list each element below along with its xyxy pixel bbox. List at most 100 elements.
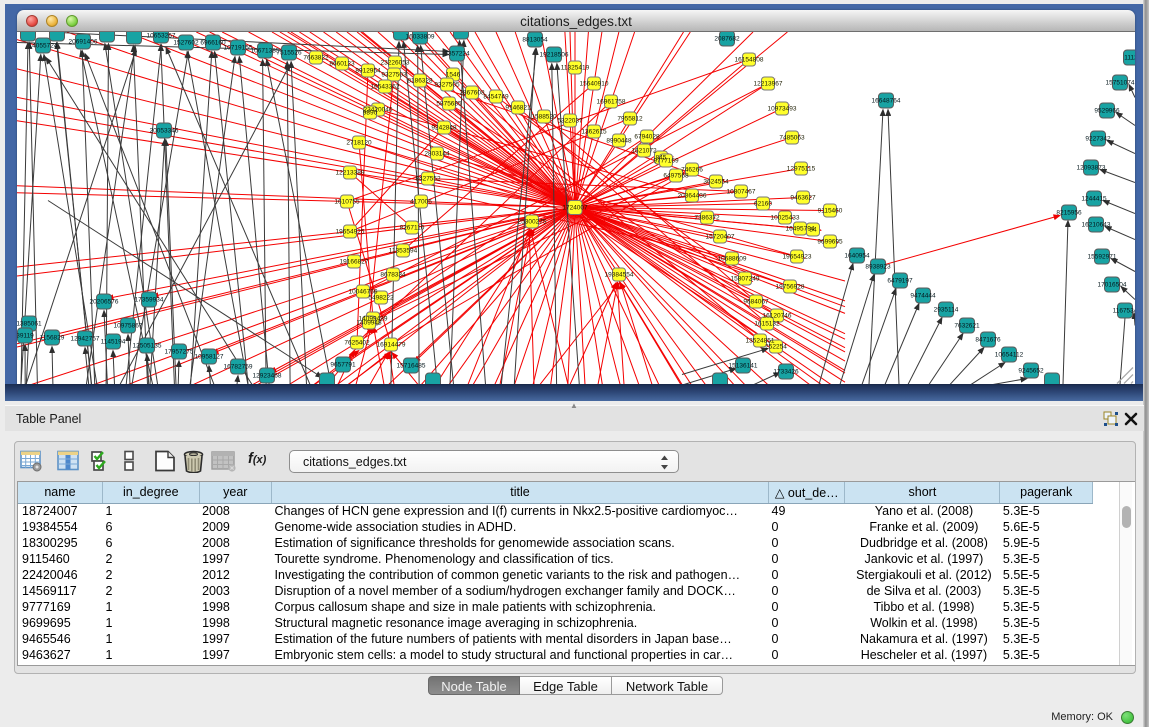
svg-text:1145194: 1145194 (101, 339, 126, 346)
svg-text:17957275: 17957275 (165, 349, 194, 356)
svg-text:10654112: 10654112 (995, 352, 1024, 359)
svg-text:2087682: 2087682 (714, 36, 740, 43)
svg-text:17016504: 17016504 (1098, 282, 1127, 289)
svg-text:1244415: 1244415 (1081, 196, 1107, 203)
svg-text:15807249: 15807249 (731, 276, 760, 283)
svg-text:3624554: 3624554 (703, 179, 729, 186)
svg-text:9890: 9890 (363, 110, 378, 117)
svg-text:1527602: 1527602 (173, 40, 199, 47)
svg-text:20206576: 20206576 (90, 299, 119, 306)
svg-text:19218506: 19218506 (540, 52, 569, 59)
svg-text:9699695: 9699695 (817, 239, 843, 246)
svg-text:6497568: 6497568 (663, 173, 689, 180)
svg-text:8427552: 8427552 (415, 176, 441, 183)
svg-text:9146821: 9146821 (505, 105, 531, 112)
svg-text:8678334: 8678334 (380, 272, 406, 279)
svg-text:9529966: 9529966 (1094, 108, 1120, 115)
svg-text:12942757: 12942757 (71, 336, 100, 343)
svg-text:12213389: 12213389 (336, 170, 365, 177)
svg-text:19654925: 19654925 (336, 229, 365, 236)
svg-text:9474444: 9474444 (910, 293, 936, 300)
svg-text:16154808: 16154808 (735, 57, 764, 64)
svg-text:7632621: 7632621 (954, 323, 980, 330)
svg-text:9227342: 9227342 (1085, 136, 1111, 143)
svg-text:15751074: 15751074 (1106, 80, 1135, 87)
svg-text:6794028: 6794028 (634, 134, 660, 141)
svg-text:1615132: 1615132 (754, 321, 780, 328)
svg-text:19654923: 19654923 (783, 254, 812, 261)
svg-text:1724007: 1724007 (562, 205, 588, 212)
svg-text:9115460: 9115460 (818, 208, 843, 215)
svg-text:7955812: 7955812 (617, 116, 643, 123)
svg-text:11353594: 11353594 (389, 248, 418, 255)
svg-text:8186328: 8186328 (407, 78, 433, 85)
svg-text:2935114: 2935114 (934, 307, 959, 314)
svg-text:9684067: 9684067 (743, 299, 769, 306)
svg-text:7386372: 7386372 (694, 215, 720, 222)
svg-text:1156829: 1156829 (40, 335, 65, 342)
svg-text:16210643: 16210643 (1082, 222, 1111, 229)
svg-text:15640910: 15640910 (580, 81, 609, 88)
svg-text:10807467: 10807467 (727, 189, 756, 196)
svg-text:1588520: 1588520 (531, 114, 557, 121)
svg-text:6966160: 6966160 (200, 40, 226, 47)
svg-text:8660123: 8660123 (329, 61, 355, 68)
svg-text:12923468: 12923468 (253, 373, 282, 380)
svg-text:16961758: 16961758 (597, 99, 626, 106)
svg-text:1640954: 1640954 (844, 253, 870, 260)
svg-text:12505135: 12505135 (133, 343, 162, 350)
svg-text:19166827: 19166827 (340, 259, 369, 266)
svg-text:8454749: 8454749 (483, 94, 509, 101)
svg-text:10719155: 10719155 (224, 45, 253, 52)
svg-text:15592971: 15592971 (1088, 254, 1117, 261)
svg-text:10688609: 10688609 (718, 256, 747, 263)
svg-text:11325419: 11325419 (561, 65, 590, 72)
svg-text:9327503: 9327503 (381, 72, 407, 79)
svg-text:7485063: 7485063 (779, 135, 805, 142)
svg-text:8215956: 8215956 (1056, 210, 1082, 217)
svg-text:20364436: 20364436 (678, 193, 707, 200)
svg-text:8938923: 8938923 (865, 264, 891, 271)
svg-text:1610755: 1610755 (334, 199, 360, 206)
svg-text:20053346: 20053346 (150, 128, 179, 135)
svg-text:417006: 417006 (410, 199, 432, 206)
svg-text:5322037: 5322037 (557, 118, 583, 125)
svg-text:10653267: 10653267 (147, 33, 176, 40)
svg-text:7515526: 7515526 (276, 50, 302, 57)
svg-text:10975867: 10975867 (114, 323, 143, 330)
svg-text:10958127: 10958127 (195, 354, 224, 361)
svg-text:9242848: 9242848 (431, 125, 457, 132)
svg-text:14055724: 14055724 (29, 43, 58, 50)
svg-text:1621072: 1621072 (631, 148, 657, 155)
svg-text:15716485: 15716485 (397, 363, 426, 370)
svg-text:10025433: 10025433 (771, 215, 800, 222)
svg-text:16543362: 16543362 (371, 84, 400, 91)
svg-text:16648764: 16648764 (872, 98, 901, 105)
svg-text:2718120: 2718120 (346, 140, 372, 147)
svg-text:1546: 1546 (446, 72, 461, 79)
svg-text:15720407: 15720407 (706, 234, 735, 241)
svg-text:8267110: 8267110 (400, 225, 425, 232)
svg-text:8471676: 8471676 (975, 337, 1001, 344)
svg-text:19756928: 19756928 (776, 284, 805, 291)
svg-text:8912954: 8912954 (355, 68, 381, 75)
svg-text:9657791: 9657791 (330, 362, 356, 369)
svg-text:7357224: 7357224 (444, 51, 470, 58)
svg-text:62160: 62160 (754, 201, 772, 208)
svg-text:12093873: 12093873 (1077, 165, 1106, 172)
svg-text:9245652: 9245652 (1018, 368, 1044, 375)
svg-text:16782759: 16782759 (224, 364, 253, 371)
svg-text:9463627: 9463627 (790, 195, 816, 202)
svg-text:1167534: 1167534 (1113, 308, 1135, 315)
svg-text:2867608: 2867608 (459, 90, 485, 97)
svg-text:16914479: 16914479 (377, 342, 406, 349)
svg-text:9777169: 9777169 (653, 158, 679, 165)
svg-text:12213967: 12213967 (754, 81, 783, 88)
svg-text:1385061: 1385061 (17, 321, 42, 328)
svg-text:12975115: 12975115 (787, 166, 816, 173)
svg-text:19384554: 19384554 (605, 272, 634, 279)
svg-text:8990448: 8990448 (606, 138, 632, 145)
svg-text:1409948: 1409948 (356, 320, 382, 327)
svg-text:252254: 252254 (765, 344, 787, 351)
svg-text:6479197: 6479197 (887, 278, 913, 285)
